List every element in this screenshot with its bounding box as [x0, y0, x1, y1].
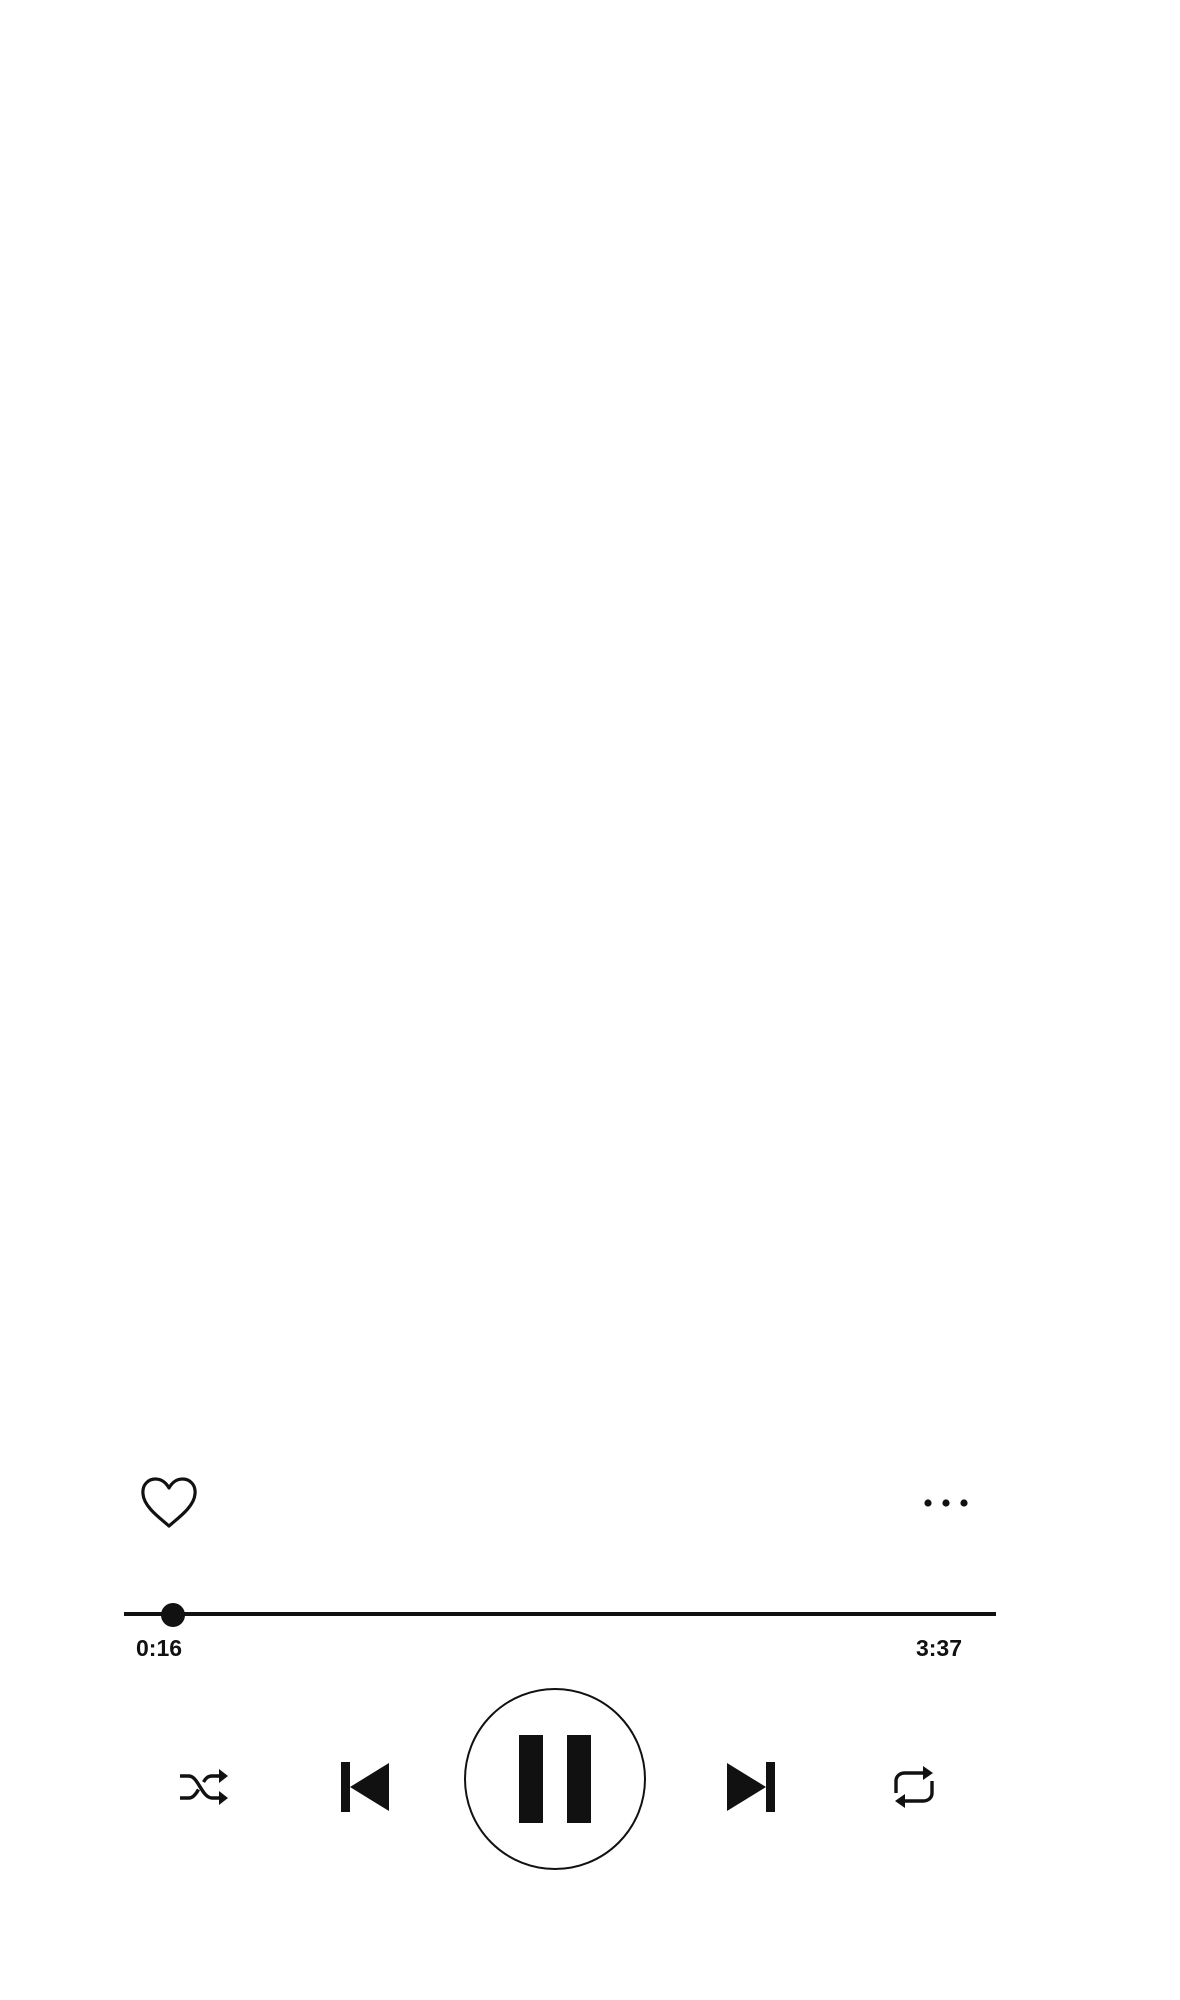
previous-track-button[interactable] [334, 1756, 396, 1818]
total-time: 3:37 [915, 1635, 962, 1661]
repeat-icon [894, 1766, 934, 1808]
repeat-button[interactable] [884, 1760, 944, 1814]
more-dots-icon [924, 1499, 968, 1507]
next-track-button[interactable] [720, 1756, 782, 1818]
skip-next-icon [727, 1762, 775, 1812]
pause-icon [519, 1735, 591, 1823]
skip-previous-icon [341, 1762, 389, 1812]
progress-thumb[interactable] [160, 1603, 185, 1627]
heart-outline-icon [141, 1477, 197, 1528]
elapsed-time: 0:16 [136, 1635, 183, 1661]
progress-track [124, 1612, 996, 1616]
shuffle-button[interactable] [174, 1762, 234, 1812]
pause-button[interactable] [464, 1688, 646, 1870]
like-button[interactable] [136, 1472, 202, 1534]
more-options-button[interactable] [920, 1488, 972, 1518]
shuffle-icon [180, 1769, 228, 1805]
progress-bar[interactable] [124, 1596, 996, 1632]
artwork-area [0, 0, 1180, 1450]
